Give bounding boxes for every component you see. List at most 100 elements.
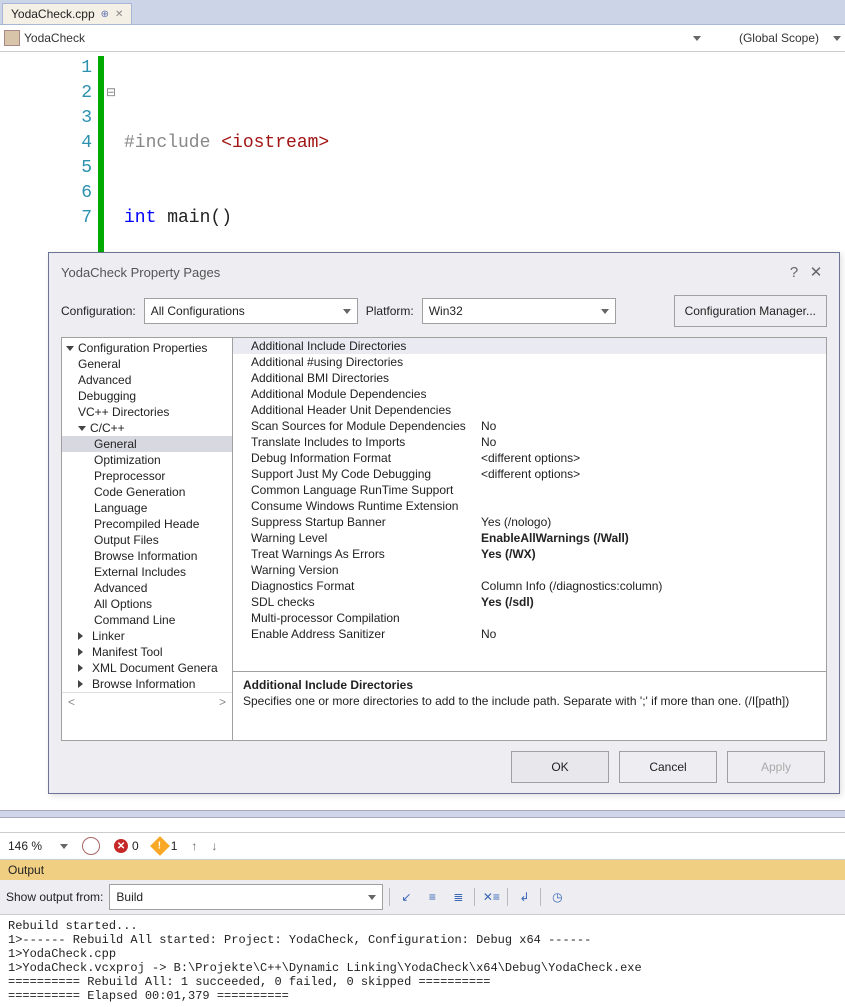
property-row[interactable]: Debug Information Format<different optio…	[233, 450, 826, 466]
warnings-count[interactable]: ! 1	[153, 839, 178, 853]
tree-item[interactable]: External Includes	[62, 564, 232, 580]
platform-dropdown[interactable]: Win32	[422, 298, 616, 324]
tree-item[interactable]: Precompiled Heade	[62, 516, 232, 532]
dialog-title-text: YodaCheck Property Pages	[61, 265, 220, 280]
property-row[interactable]: Additional Module Dependencies	[233, 386, 826, 402]
property-tree[interactable]: Configuration Properties General Advance…	[62, 338, 233, 740]
errors-count[interactable]: ✕ 0	[114, 839, 139, 853]
property-key: Scan Sources for Module Dependencies	[233, 419, 481, 433]
property-key: Additional Module Dependencies	[233, 387, 481, 401]
property-row[interactable]: Warning LevelEnableAllWarnings (/Wall)	[233, 530, 826, 546]
cancel-button[interactable]: Cancel	[619, 751, 717, 783]
tree-cpp[interactable]: C/C++	[62, 420, 232, 436]
next-icon[interactable]: ≣	[448, 890, 468, 904]
property-value	[481, 611, 826, 625]
tree-item[interactable]: Linker	[62, 628, 232, 644]
prev-icon[interactable]: ≡	[422, 890, 442, 904]
tree-item[interactable]: Advanced	[62, 372, 232, 388]
property-row[interactable]: Consume Windows Runtime Extension	[233, 498, 826, 514]
property-key: Additional BMI Directories	[233, 371, 481, 385]
dialog-titlebar[interactable]: YodaCheck Property Pages ? ✕	[49, 253, 839, 291]
property-row[interactable]: Additional BMI Directories	[233, 370, 826, 386]
pin-icon[interactable]: ⊕	[101, 9, 109, 20]
output-panel: Output Show output from: Build ↙ ≡ ≣ ✕≡ …	[0, 860, 845, 1005]
configuration-dropdown[interactable]: All Configurations	[144, 298, 358, 324]
ok-button[interactable]: OK	[511, 751, 609, 783]
output-source-value: Build	[116, 890, 143, 904]
output-toolbar: Show output from: Build ↙ ≡ ≣ ✕≡ ↲ ◷	[0, 880, 845, 915]
property-row[interactable]: Additional Include Directories	[233, 338, 826, 354]
tree-item[interactable]: Advanced	[62, 580, 232, 596]
property-row[interactable]: Warning Version	[233, 562, 826, 578]
tree-item[interactable]: Output Files	[62, 532, 232, 548]
tab-yodacheck[interactable]: YodaCheck.cpp ⊕ ✕	[2, 3, 132, 24]
goto-icon[interactable]: ↙	[396, 890, 416, 904]
help-icon[interactable]: ?	[783, 264, 805, 281]
navigation-bar: YodaCheck (Global Scope)	[0, 25, 845, 52]
desc-body: Specifies one or more directories to add…	[243, 694, 816, 708]
apply-button[interactable]: Apply	[727, 751, 825, 783]
error-icon: ✕	[114, 839, 128, 853]
arrow-up-icon[interactable]: ↑	[191, 839, 197, 853]
property-key: Enable Address Sanitizer	[233, 627, 481, 641]
configuration-manager-button[interactable]: Configuration Manager...	[674, 295, 827, 327]
chevron-down-icon[interactable]	[60, 844, 68, 849]
property-row[interactable]: Common Language RunTime Support	[233, 482, 826, 498]
close-icon[interactable]: ✕	[805, 263, 827, 281]
tree-item[interactable]: Optimization	[62, 452, 232, 468]
tree-item[interactable]: Command Line	[62, 612, 232, 628]
clock-icon[interactable]: ◷	[547, 890, 567, 904]
tree-item[interactable]: Manifest Tool	[62, 644, 232, 660]
tree-item[interactable]: XML Document Genera	[62, 660, 232, 676]
property-row[interactable]: Translate Includes to ImportsNo	[233, 434, 826, 450]
tree-item[interactable]: General	[62, 356, 232, 372]
property-value: <different options>	[481, 467, 826, 481]
property-row[interactable]: SDL checksYes (/sdl)	[233, 594, 826, 610]
chevron-down-icon[interactable]	[693, 36, 701, 41]
property-key: Additional Include Directories	[233, 339, 481, 353]
tree-item[interactable]: Language	[62, 500, 232, 516]
tree-item[interactable]: Browse Information	[62, 676, 232, 692]
tree-item[interactable]: All Options	[62, 596, 232, 612]
wrap-icon[interactable]: ↲	[514, 890, 534, 904]
code-content[interactable]: #include <iostream> int main() { int a =…	[118, 56, 524, 260]
property-row[interactable]: Diagnostics FormatColumn Info (/diagnost…	[233, 578, 826, 594]
tree-item[interactable]: Debugging	[62, 388, 232, 404]
property-row[interactable]: Multi-processor Compilation	[233, 610, 826, 626]
property-row[interactable]: Enable Address SanitizerNo	[233, 626, 826, 642]
code-editor[interactable]: 1234567 ⊟ #include <iostream> int main()…	[0, 52, 845, 260]
tree-item[interactable]: General	[62, 436, 232, 452]
close-icon[interactable]: ✕	[115, 9, 123, 20]
tree-root[interactable]: Configuration Properties	[62, 340, 232, 356]
splitter[interactable]	[0, 810, 845, 818]
property-row[interactable]: Additional Header Unit Dependencies	[233, 402, 826, 418]
property-row[interactable]: Treat Warnings As ErrorsYes (/WX)	[233, 546, 826, 562]
property-row[interactable]: Additional #using Directories	[233, 354, 826, 370]
outline-gutter[interactable]: ⊟	[104, 56, 118, 260]
scope-member[interactable]: (Global Scope)	[739, 31, 819, 45]
chevron-down-icon[interactable]	[833, 36, 841, 41]
arrow-down-icon[interactable]: ↓	[211, 839, 217, 853]
property-value	[481, 339, 826, 353]
intellisense-icon[interactable]	[82, 837, 100, 855]
property-pages-dialog: YodaCheck Property Pages ? ✕ Configurati…	[48, 252, 840, 794]
tree-item[interactable]: Code Generation	[62, 484, 232, 500]
property-grid[interactable]: Additional Include DirectoriesAdditional…	[233, 338, 826, 671]
module-icon	[4, 30, 20, 46]
output-header[interactable]: Output	[0, 860, 845, 880]
property-value: Yes (/nologo)	[481, 515, 826, 529]
property-row[interactable]: Scan Sources for Module DependenciesNo	[233, 418, 826, 434]
tree-item[interactable]: VC++ Directories	[62, 404, 232, 420]
output-source-dropdown[interactable]: Build	[109, 884, 383, 910]
property-row[interactable]: Suppress Startup BannerYes (/nologo)	[233, 514, 826, 530]
property-row[interactable]: Support Just My Code Debugging<different…	[233, 466, 826, 482]
output-text[interactable]: Rebuild started... 1>------ Rebuild All …	[0, 915, 845, 1007]
zoom-level[interactable]: 146 %	[8, 839, 42, 853]
tree-hscroll[interactable]: <>	[62, 692, 232, 711]
warning-icon: !	[150, 836, 170, 856]
scope-module[interactable]: YodaCheck	[24, 31, 85, 45]
tree-item[interactable]: Browse Information	[62, 548, 232, 564]
tree-item[interactable]: Preprocessor	[62, 468, 232, 484]
property-value: No	[481, 627, 826, 641]
clear-icon[interactable]: ✕≡	[481, 890, 501, 904]
